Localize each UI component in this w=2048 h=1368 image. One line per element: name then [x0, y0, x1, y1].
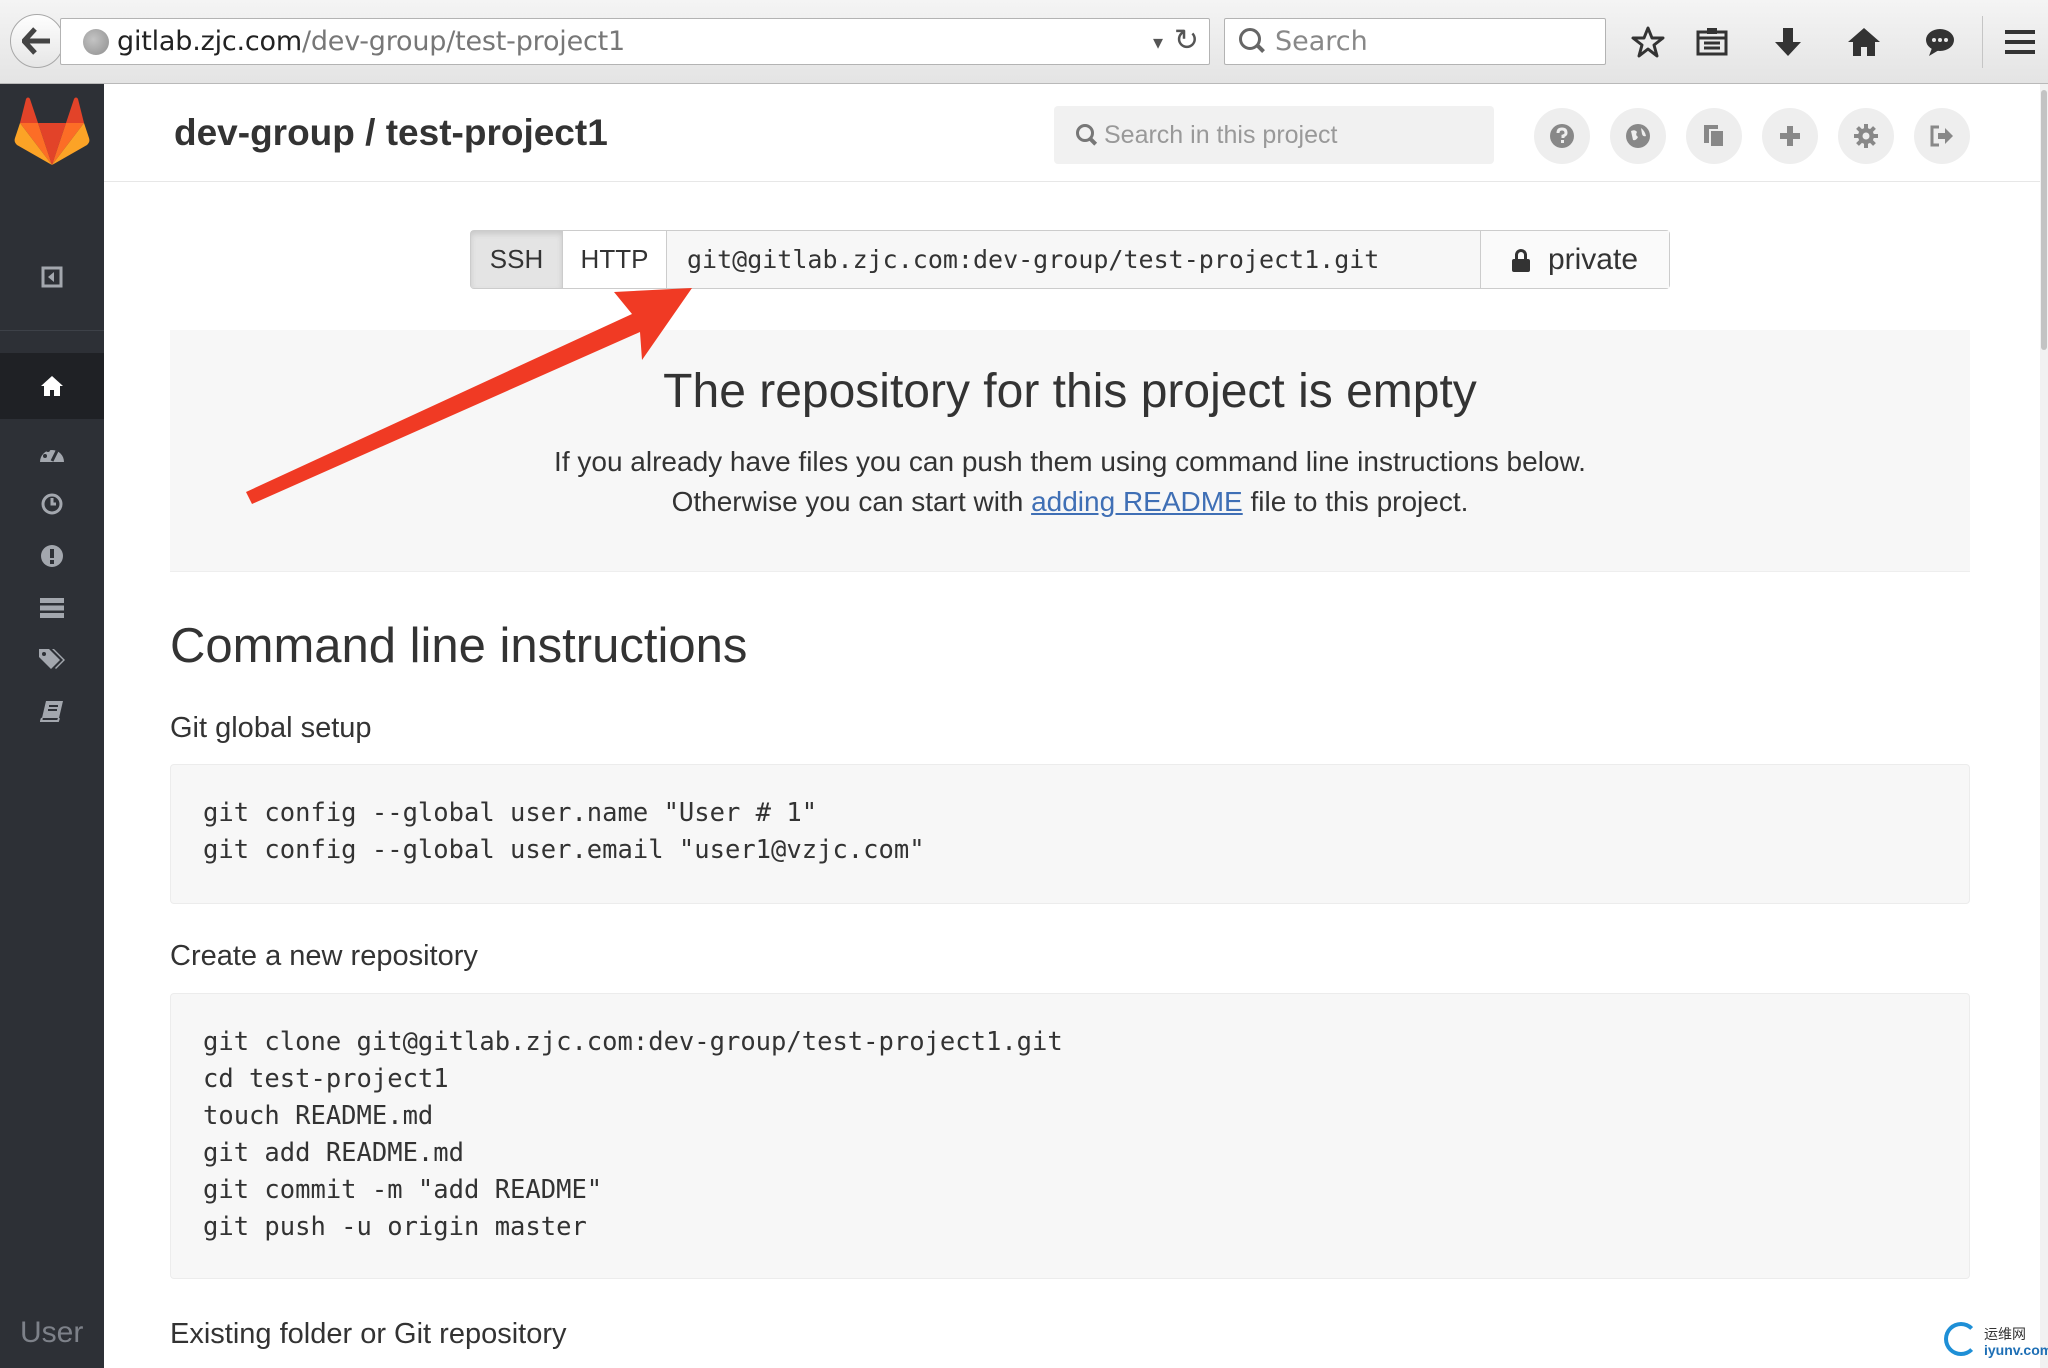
search-icon	[1237, 26, 1269, 58]
settings-button[interactable]	[1838, 108, 1894, 164]
lock-icon	[1511, 248, 1530, 272]
browser-search-input[interactable]: Search	[1224, 18, 1606, 65]
git-setup-heading: Git global setup	[170, 712, 372, 744]
explore-button[interactable]	[1610, 108, 1666, 164]
bookmark-star-icon[interactable]	[1626, 20, 1670, 64]
sidebar-item-wiki[interactable]	[0, 678, 104, 744]
plus-icon	[1780, 126, 1800, 146]
watermark-logo: 运维网 iyunv.com	[1944, 1318, 2048, 1364]
browser-toolbar: gitlab.zjc.com/dev-group/test-project1 ▾…	[0, 0, 2048, 84]
project-search-placeholder: Search in this project	[1104, 120, 1338, 149]
tags-icon	[39, 649, 65, 669]
list-icon	[40, 598, 64, 618]
copy-icon	[1704, 125, 1725, 148]
chat-icon[interactable]	[1918, 20, 1962, 64]
toolbar-separator	[1982, 16, 1983, 68]
search-icon	[1076, 124, 1098, 146]
new-project-button[interactable]	[1762, 108, 1818, 164]
book-icon	[40, 701, 63, 722]
browser-search-placeholder: Search	[1275, 26, 1368, 57]
git-setup-code-block[interactable]: git config --global user.name "User # 1"…	[170, 764, 1970, 904]
readme-text-before: Otherwise you can start with	[671, 486, 1032, 517]
download-icon[interactable]	[1766, 20, 1810, 64]
readme-text-after: file to this project.	[1242, 486, 1469, 517]
gitlab-fox-icon	[14, 97, 90, 165]
help-button[interactable]	[1534, 108, 1590, 164]
clock-icon	[41, 493, 63, 515]
watermark-ring-icon	[1944, 1322, 1978, 1356]
watermark-cn-text: 运维网	[1984, 1326, 2026, 1342]
gear-icon	[1854, 124, 1878, 148]
address-bar[interactable]: gitlab.zjc.com/dev-group/test-project1 ▾…	[60, 18, 1210, 65]
annotation-arrow	[246, 288, 692, 504]
visibility-label: private	[1547, 242, 1639, 276]
scrollbar-thumb[interactable]	[2041, 90, 2047, 350]
gitlab-logo[interactable]	[0, 84, 104, 180]
globe-icon	[83, 28, 109, 55]
snippets-button[interactable]	[1686, 108, 1742, 164]
instructions-title: Command line instructions	[170, 619, 748, 673]
clone-url-input[interactable]: git@gitlab.zjc.com:dev-group/test-projec…	[667, 231, 1481, 288]
collapse-icon	[41, 266, 63, 288]
new-repo-heading: Create a new repository	[170, 940, 478, 972]
existing-repo-heading: Existing folder or Git repository	[170, 1318, 567, 1350]
visibility-badge: private	[1481, 231, 1669, 288]
url-domain: gitlab.zjc.com	[117, 26, 302, 57]
home-icon[interactable]	[1842, 20, 1886, 64]
reading-list-icon[interactable]	[1690, 20, 1734, 64]
back-button[interactable]	[10, 14, 64, 68]
url-text: gitlab.zjc.com/dev-group/test-project1	[117, 26, 625, 57]
collapse-sidebar-button[interactable]	[0, 244, 104, 310]
home-icon	[41, 376, 63, 396]
question-circle-icon	[1550, 124, 1574, 148]
page-title[interactable]: dev-group / test-project1	[174, 112, 608, 154]
add-readme-link[interactable]: adding README	[1031, 486, 1243, 517]
project-search-input[interactable]: Search in this project	[1054, 106, 1494, 164]
gitlab-sidebar: User	[0, 84, 104, 1368]
new-repo-code-block[interactable]: git clone git@gitlab.zjc.com:dev-group/t…	[170, 993, 1970, 1279]
sidebar-item-project[interactable]	[0, 353, 104, 419]
globe-icon	[1626, 124, 1650, 148]
reload-icon[interactable]: ↻	[1174, 23, 1199, 58]
dashboard-icon	[40, 446, 64, 462]
sign-out-button[interactable]	[1914, 108, 1970, 164]
sidebar-user-label[interactable]: User	[20, 1316, 83, 1350]
url-path: /dev-group/test-project1	[301, 26, 626, 57]
sign-out-icon	[1930, 125, 1953, 147]
watermark-en-text: iyunv.com	[1984, 1342, 2048, 1358]
chevron-down-icon[interactable]: ▾	[1153, 30, 1163, 55]
exclamation-circle-icon	[41, 545, 63, 567]
arrow-left-icon	[22, 27, 50, 55]
hamburger-menu-icon[interactable]	[1998, 20, 2042, 64]
project-header: dev-group / test-project1 Search in this…	[104, 84, 2048, 182]
sidebar-divider	[0, 330, 104, 331]
